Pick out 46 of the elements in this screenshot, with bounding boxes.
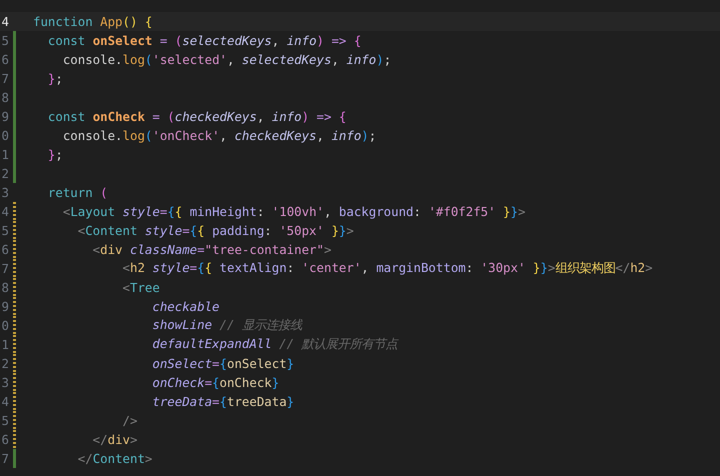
- code-line: <Tree: [122, 280, 160, 295]
- code-line: return (: [46, 185, 108, 200]
- code-line: const onSelect = (selectedKeys, info) => {: [46, 33, 362, 48]
- code-line: console.log('selected', selectedKeys, info);: [62, 52, 392, 67]
- line-number: 8: [0, 90, 9, 105]
- code-line: treeData={treeData}: [151, 394, 294, 409]
- code-line: <div className="tree-container">: [92, 242, 332, 257]
- code-line: };: [46, 71, 63, 86]
- code-line: <Content style={{ padding: '50px' }}>: [76, 223, 354, 238]
- code-line: <h2 style={{ textAlign: 'center', marginBottom: '30px' }}>组织架构图</h2>: [122, 260, 653, 277]
- line-number: 6: [0, 432, 9, 447]
- line-number: 6: [0, 242, 9, 257]
- line-number: 2: [0, 166, 9, 181]
- line-number: 3: [0, 185, 9, 200]
- line-number: 7: [0, 451, 9, 466]
- code-line: defaultExpandAll // 默认展开所有节点: [151, 336, 398, 353]
- line-number: 0: [0, 128, 9, 143]
- line-number: 8: [0, 280, 9, 295]
- code-line: showLine // 显示连接线: [151, 317, 302, 334]
- line-number: 3: [0, 375, 9, 390]
- code-line: function App() {: [33, 14, 152, 29]
- line-number: 6: [0, 52, 9, 67]
- code-line: <Layout style={{ minHeight: '100vh', background: '#f0f2f5' }}>: [62, 204, 526, 219]
- code-line: checkable: [151, 299, 220, 314]
- line-number: 5: [0, 33, 9, 48]
- line-number: 1: [0, 337, 9, 352]
- code-line: const onCheck = (checkedKeys, info) => {: [46, 109, 346, 124]
- line-number: 7: [0, 261, 9, 276]
- line-number: 5: [0, 223, 9, 238]
- line-number: 1: [0, 147, 9, 162]
- code-line: </div>: [92, 432, 138, 447]
- code-line: };: [46, 147, 63, 162]
- line-number: 0: [0, 318, 9, 333]
- code-line: </Content>: [76, 451, 152, 466]
- line-number: 9: [0, 299, 9, 314]
- line-number: 4: [0, 394, 9, 409]
- code-line: onSelect={onSelect}: [151, 356, 294, 371]
- code-line: console.log('onCheck', checkedKeys, info);: [62, 128, 376, 143]
- line-number: 2: [0, 356, 9, 371]
- line-number: 4: [0, 14, 9, 29]
- line-number: 7: [0, 71, 9, 86]
- line-number: 9: [0, 109, 9, 124]
- code-line: />: [122, 413, 138, 428]
- line-number: 4: [0, 204, 9, 219]
- code-line: onCheck={onCheck}: [151, 375, 280, 390]
- line-number: 5: [0, 413, 9, 428]
